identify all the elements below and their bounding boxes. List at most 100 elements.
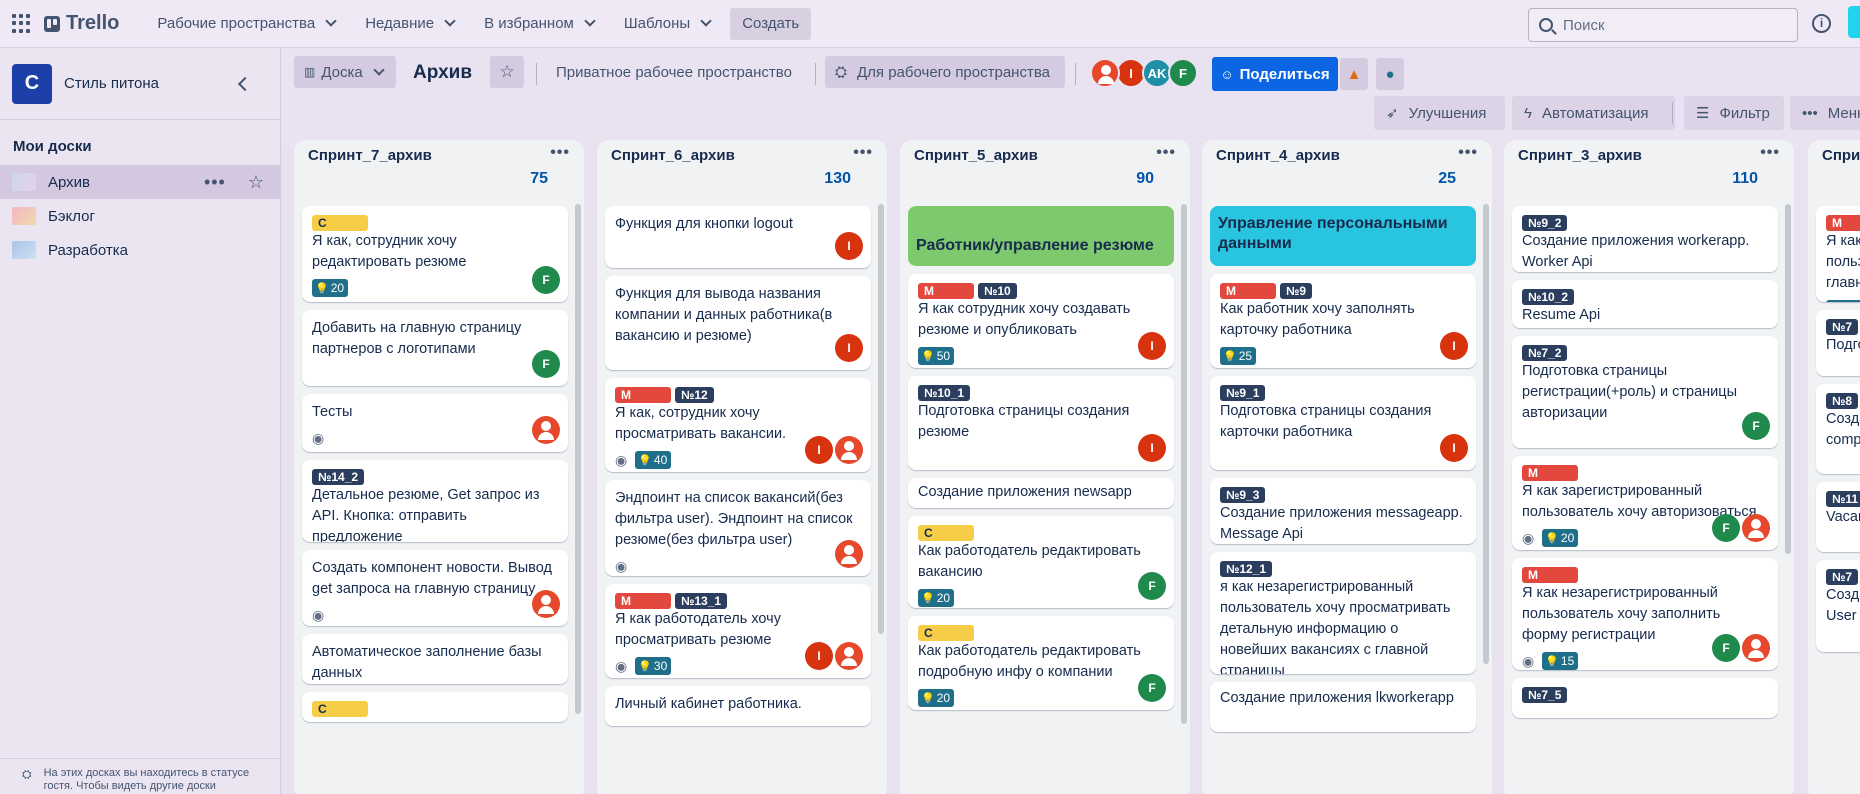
list-scrollbar[interactable] xyxy=(878,204,884,634)
card[interactable]: №9_1 Подготовка страницы создания карточ… xyxy=(1210,376,1476,470)
search-input[interactable]: Поиск xyxy=(1528,8,1798,42)
member-avatar[interactable]: I xyxy=(1138,434,1166,462)
power-up-fire-icon[interactable]: ▲ xyxy=(1340,58,1368,90)
member-avatar[interactable] xyxy=(1090,58,1120,88)
member-avatar[interactable]: F xyxy=(1168,58,1198,88)
member-avatar[interactable]: I xyxy=(1138,332,1166,360)
member-avatar[interactable] xyxy=(835,642,863,670)
list-menu-icon[interactable]: ••• xyxy=(1760,144,1780,162)
member-avatar[interactable] xyxy=(532,416,560,444)
menu-button[interactable]: •••Меню xyxy=(1790,96,1860,130)
member-avatar[interactable]: F xyxy=(1712,514,1740,542)
member-avatar[interactable] xyxy=(1742,634,1770,662)
list-menu-icon[interactable]: ••• xyxy=(1458,144,1478,162)
list-scrollbar[interactable] xyxy=(1785,204,1791,554)
notification-edge[interactable] xyxy=(1848,6,1860,38)
member-avatar[interactable]: F xyxy=(1138,674,1166,702)
list-menu-icon[interactable]: ••• xyxy=(1156,144,1176,162)
card[interactable]: №12_1 я как незарегистрированный пользов… xyxy=(1210,552,1476,674)
info-icon[interactable]: i xyxy=(1812,14,1831,33)
list-menu-icon[interactable]: ••• xyxy=(853,144,873,162)
card[interactable]: М Я как зарегистрированный пользователь … xyxy=(1512,456,1778,550)
sidebar-board-backlog[interactable]: Бэклог xyxy=(0,199,280,233)
member-avatar[interactable]: I xyxy=(1440,434,1468,462)
workspace-avatar[interactable]: С xyxy=(12,63,52,104)
card[interactable]: №7 Созда User xyxy=(1816,560,1860,652)
card[interactable]: Личный кабинет работника. xyxy=(605,686,871,726)
list-header[interactable]: Спринт_4_архив ••• xyxy=(1202,140,1492,170)
card[interactable]: М №13_1 Я как работодатель хочу просматри… xyxy=(605,584,871,678)
sidebar-board-archive[interactable]: Архив ••• ☆ xyxy=(0,165,280,199)
star-board-button[interactable]: ☆ xyxy=(490,56,524,88)
card[interactable]: Добавить на главную страницу партнеров с… xyxy=(302,310,568,386)
list-header[interactable]: Спри xyxy=(1808,140,1860,170)
card[interactable]: №9_2 Создание приложения workerapp. Work… xyxy=(1512,206,1778,272)
member-avatar[interactable] xyxy=(532,590,560,618)
card[interactable]: Создать компонент новости. Вывод get зап… xyxy=(302,550,568,626)
member-avatar[interactable]: F xyxy=(532,266,560,294)
nav-workspaces[interactable]: Рабочие пространства xyxy=(147,8,345,40)
member-avatar[interactable] xyxy=(835,540,863,568)
card-cover[interactable]: Управление персональными данными xyxy=(1210,206,1476,266)
visibility-button[interactable]: Приватное рабочее пространство xyxy=(546,56,802,88)
card[interactable]: М №9 Как работник хочу заполнять карточку… xyxy=(1210,274,1476,368)
card[interactable]: Эндпоинт на список вакансий(без фильтра … xyxy=(605,480,871,576)
list-scrollbar[interactable] xyxy=(1181,204,1187,724)
sidebar-board-development[interactable]: Разработка xyxy=(0,233,280,267)
card[interactable]: Функция для кнопки logout I xyxy=(605,206,871,268)
card[interactable]: №7_5 xyxy=(1512,678,1778,718)
member-avatar[interactable]: I xyxy=(835,232,863,260)
card[interactable]: М №10 Я как сотрудник хочу создавать резю… xyxy=(908,274,1174,368)
nav-recent[interactable]: Недавние xyxy=(355,8,464,40)
card[interactable]: С Я как, сотрудник хочу редактировать ре… xyxy=(302,206,568,302)
card[interactable]: №8 Созда comp xyxy=(1816,384,1860,474)
member-avatar[interactable]: F xyxy=(1742,412,1770,440)
card[interactable]: №10_1 Подготовка страницы создания резюм… xyxy=(908,376,1174,470)
card[interactable]: С Как работодатель редактировать подробн… xyxy=(908,616,1174,710)
power-up-bulb-icon[interactable]: ● xyxy=(1376,58,1404,90)
board-view-switcher[interactable]: ▥ Доска xyxy=(294,56,396,88)
more-icon[interactable]: ••• xyxy=(204,172,226,193)
nav-templates[interactable]: Шаблоны xyxy=(614,8,720,40)
collapse-sidebar-icon[interactable] xyxy=(237,76,253,91)
card[interactable]: №14_2 Детальное резюме, Get запрос из AP… xyxy=(302,460,568,542)
list-scrollbar[interactable] xyxy=(575,204,581,714)
share-button[interactable]: ☺ Поделиться xyxy=(1212,57,1338,91)
card[interactable]: М Я как пользо главн 💡15 xyxy=(1816,206,1860,302)
list-menu-icon[interactable]: ••• xyxy=(550,144,570,162)
member-avatar[interactable]: I xyxy=(805,642,833,670)
card[interactable]: №7 Подго xyxy=(1816,310,1860,376)
card[interactable]: Тесты ◉ xyxy=(302,394,568,452)
card[interactable]: С Как работодатель редактировать ваканси… xyxy=(908,516,1174,608)
card-cover[interactable]: Работник/управление резюме xyxy=(908,206,1174,266)
card[interactable]: Автоматическое заполнение базы данных xyxy=(302,634,568,684)
list-header[interactable]: Спринт_5_архив ••• xyxy=(900,140,1190,170)
app-switcher-icon[interactable] xyxy=(12,13,32,34)
card[interactable]: Функция для вывода названия компании и д… xyxy=(605,276,871,370)
card[interactable]: М №12 Я как, сотрудник хочу просматривать… xyxy=(605,378,871,472)
member-avatar[interactable]: I xyxy=(835,334,863,362)
list-header[interactable]: Спринт_6_архив ••• xyxy=(597,140,887,170)
member-avatar[interactable] xyxy=(1742,514,1770,542)
nav-starred[interactable]: В избранном xyxy=(474,8,604,40)
card[interactable]: №10_2 Resume Api xyxy=(1512,280,1778,328)
create-button[interactable]: Создать xyxy=(730,7,812,40)
member-avatar[interactable]: I xyxy=(805,436,833,464)
workspace-name[interactable]: Стиль питона xyxy=(64,75,240,92)
workspace-visibility-button[interactable]: ⛭ Для рабочего пространства xyxy=(825,56,1065,88)
automation-button[interactable]: ϟ Автоматизация xyxy=(1512,96,1675,130)
improvements-button[interactable]: ➶ Улучшения xyxy=(1374,96,1505,130)
card[interactable]: М Я как незарегистрированный пользовател… xyxy=(1512,558,1778,670)
star-icon[interactable]: ☆ xyxy=(248,172,264,193)
card[interactable]: №11 Vacan xyxy=(1816,482,1860,552)
list-header[interactable]: Спринт_7_архив ••• xyxy=(294,140,584,170)
card[interactable]: Создание приложения newsapp xyxy=(908,478,1174,508)
card[interactable]: Создание приложения lkworkerapp xyxy=(1210,682,1476,732)
member-avatar[interactable]: F xyxy=(1712,634,1740,662)
board-title[interactable]: Архив xyxy=(413,62,472,84)
card[interactable]: С xyxy=(302,692,568,722)
card[interactable]: №9_3 Создание приложения messageapp. Mes… xyxy=(1210,478,1476,544)
member-avatar[interactable]: I xyxy=(1440,332,1468,360)
member-avatar[interactable]: F xyxy=(1138,572,1166,600)
trello-logo[interactable]: Trello xyxy=(44,12,119,35)
